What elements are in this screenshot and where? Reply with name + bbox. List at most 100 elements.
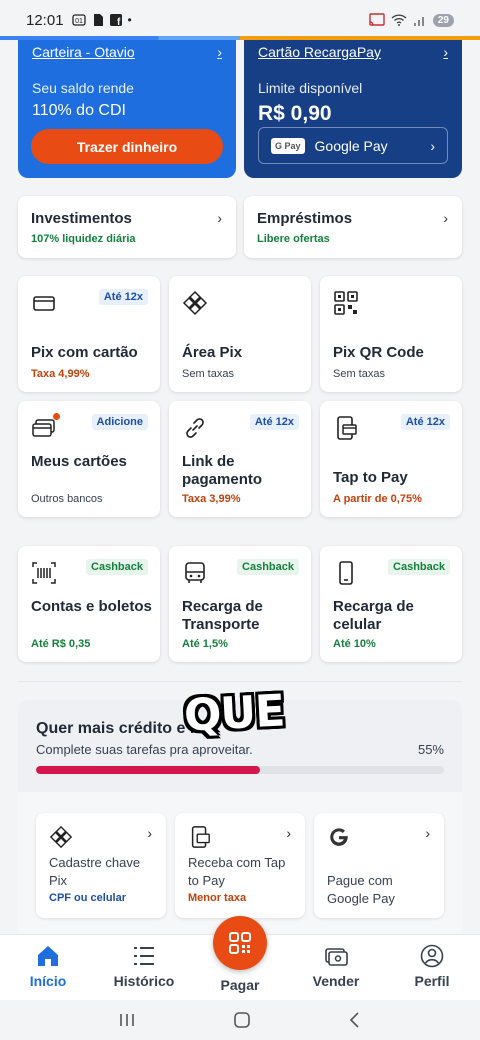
tile-title: Link de pagamento (182, 453, 263, 488)
pix-icon (49, 825, 73, 849)
nav-historico[interactable]: Histórico (104, 943, 184, 989)
chevron-right-icon: › (286, 825, 291, 841)
qr-code-icon (334, 291, 358, 315)
nav-label: Histórico (113, 973, 175, 989)
tile-recarga-transporte[interactable]: Cashback Recarga de Transporte Até 1,5% (169, 546, 311, 662)
svg-text:01: 01 (75, 18, 83, 25)
cast-icon (369, 13, 385, 26)
tile-title: Área Pix (182, 344, 243, 361)
tile-title: Pix QR Code (333, 344, 424, 361)
card-title[interactable]: Cartão RecargaPay (258, 44, 381, 60)
tile-pix-qr-code[interactable]: Pix QR Code Sem taxas (320, 276, 462, 392)
nav-inicio[interactable]: Início (8, 943, 88, 989)
tile-subtitle: A partir de 0,75% (333, 493, 422, 505)
tile-badge: Até 12x (98, 289, 148, 305)
tile-subtitle: Outros bancos (31, 493, 103, 505)
task-title: Pague com Google Pay (327, 873, 395, 906)
task-title: Cadastre chave Pix (49, 855, 141, 888)
tile-meus-cartoes[interactable]: Adicione Meus cartões Outros bancos (18, 401, 160, 517)
investments-subtitle: 107% liquidez diária (31, 233, 136, 245)
signal-icon (413, 17, 424, 26)
chevron-right-icon: › (443, 44, 448, 60)
tile-title: Tap to Pay (333, 469, 408, 486)
tile-recarga-celular[interactable]: Cashback Recarga de celular Até 10% (320, 546, 462, 662)
tile-title: Pix com cartão (31, 344, 138, 361)
chevron-right-icon: › (430, 137, 435, 154)
wallet-title[interactable]: Carteira - Otavio (32, 44, 135, 60)
tap-pay-icon (337, 416, 357, 440)
nav-vender[interactable]: Vender (296, 943, 376, 989)
nav-perfil[interactable]: Perfil (392, 943, 472, 989)
task-subtitle: Menor taxa (188, 892, 247, 904)
card-recargapay[interactable]: Cartão RecargaPay › Limite disponível R$… (244, 40, 462, 178)
tile-subtitle: Taxa 4,99% (31, 368, 90, 380)
chevron-right-icon: › (147, 825, 152, 841)
notification-icons: 01 f • (71, 13, 132, 27)
task-cadastre-pix[interactable]: › Cadastre chave Pix CPF ou celular (36, 813, 166, 918)
wallet-yield-value: 110% do CDI (32, 102, 126, 119)
tile-subtitle: Até R$ 0,35 (31, 638, 91, 650)
facebook-icon: f (109, 14, 122, 26)
loans-card[interactable]: Empréstimos Libere ofertas › (244, 196, 462, 258)
sell-money-icon (325, 948, 348, 966)
chevron-right-icon: › (425, 825, 430, 841)
barcode-icon (32, 562, 56, 584)
tile-badge: Até 12x (400, 414, 450, 430)
google-pay-label: Google Pay (314, 137, 388, 154)
task-tap-to-pay[interactable]: › Receba com Tap to Pay Menor taxa (175, 813, 305, 918)
investments-title: Investimentos (31, 210, 132, 227)
nav-label: Pagar (220, 977, 260, 993)
qr-scan-icon (229, 932, 251, 954)
credit-subtitle: Complete suas tarefas pra aproveitar. (36, 742, 253, 757)
system-icons: 29 (369, 13, 454, 27)
home-button-icon[interactable] (233, 1011, 251, 1029)
video-caption-overlay: QUE (182, 685, 286, 742)
tile-tap-to-pay[interactable]: Até 12x Tap to Pay A partir de 0,75% (320, 401, 462, 517)
tile-subtitle: Sem taxas (182, 368, 234, 380)
tile-badge: Cashback (86, 559, 148, 575)
tile-pix-com-cartao[interactable]: Até 12x Pix com cartão Taxa 4,99% (18, 276, 160, 392)
back-icon[interactable] (348, 1011, 362, 1029)
task-google-pay[interactable]: › Pague com Google Pay (314, 813, 444, 918)
tile-contas-boletos[interactable]: Cashback Contas e boletos Até R$ 0,35 (18, 546, 160, 662)
pix-icon (182, 290, 208, 316)
status-bar: 12:01 01 f • 29 (0, 0, 480, 40)
tile-badge: Cashback (237, 559, 299, 575)
tile-subtitle: Até 10% (333, 638, 376, 650)
google-icon (330, 828, 348, 846)
battery-icon: 29 (432, 13, 454, 27)
home-icon (38, 946, 58, 966)
chevron-right-icon: › (217, 210, 222, 226)
sim-card-icon (93, 14, 103, 26)
wallet-yield-label: Seu saldo rende (32, 80, 134, 96)
tile-title: Recarga de Transporte (182, 598, 263, 633)
credit-progress-bar (36, 766, 444, 774)
pay-button[interactable] (213, 916, 267, 970)
bring-money-button[interactable]: Trazer dinheiro (31, 129, 223, 164)
tile-subtitle: Até 1,5% (182, 638, 228, 650)
history-list-icon (134, 947, 154, 965)
credit-progress-fill (36, 766, 261, 774)
card-limit-label: Limite disponível (258, 80, 363, 96)
google-pay-logo-icon: G Pay (271, 137, 305, 154)
recent-apps-icon[interactable] (118, 1012, 136, 1028)
tile-area-pix[interactable]: Área Pix Sem taxas (169, 276, 311, 392)
tile-title: Contas e boletos (31, 598, 152, 615)
credit-card-icon (33, 296, 55, 311)
sim-icon: 01 (71, 14, 86, 26)
tap-pay-icon (191, 826, 210, 848)
notification-dot-icon (53, 413, 60, 420)
tile-link-pagamento[interactable]: Até 12x Link de pagamento Taxa 3,99% (169, 401, 311, 517)
nav-label: Início (29, 973, 67, 989)
loans-subtitle: Libere ofertas (257, 233, 330, 245)
credit-title: Quer mais crédito e li (36, 720, 199, 737)
nav-pagar[interactable]: Pagar (200, 977, 280, 993)
tile-badge: Adicione (91, 414, 148, 430)
investments-card[interactable]: Investimentos 107% liquidez diária › (18, 196, 236, 258)
task-title: Receba com Tap to Pay (188, 855, 286, 888)
card-limit-value: R$ 0,90 (258, 102, 332, 125)
mobile-phone-icon (339, 561, 353, 585)
google-pay-button[interactable]: G Pay Google Pay › (258, 127, 448, 164)
wallet-card[interactable]: Carteira - Otavio › Seu saldo rende 110%… (18, 40, 236, 178)
wifi-icon (391, 14, 407, 26)
